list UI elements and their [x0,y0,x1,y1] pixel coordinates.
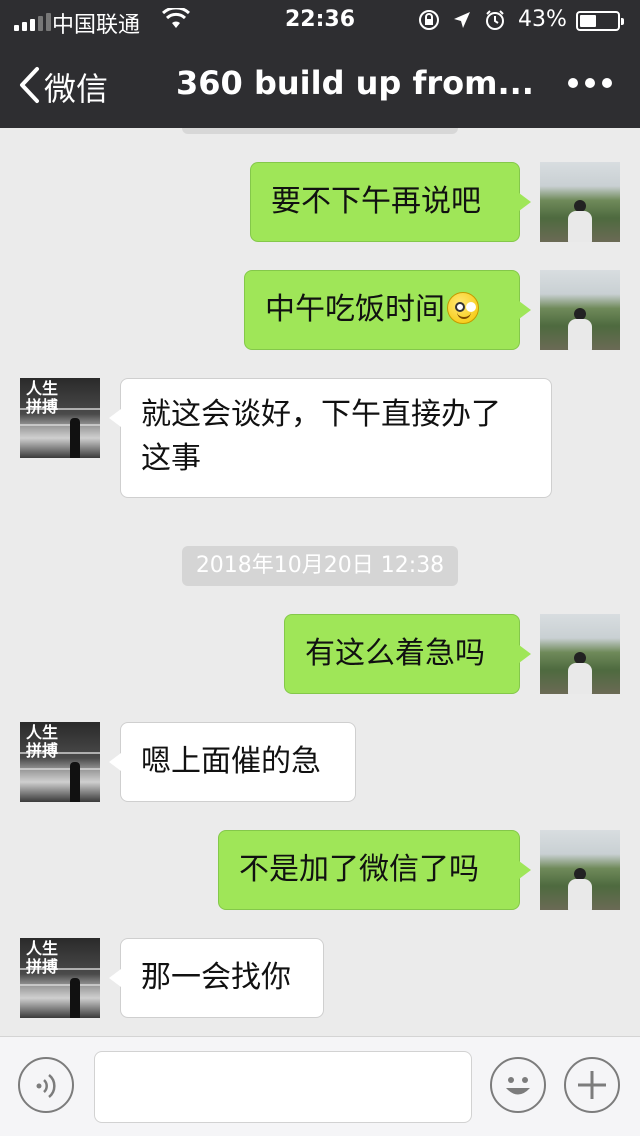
my-avatar[interactable] [540,270,620,350]
battery-icon [576,11,624,31]
timestamp: 2018年10月20日 12:38 [182,546,458,586]
nav-bar: 微信 360 build up from... [0,40,640,128]
top-bar: 中国联通 22:36 43% 微信 360 build up from... [0,0,640,128]
voice-icon [36,1074,56,1098]
emoji-button[interactable] [490,1057,546,1113]
message-text: 嗯上面催的急 [141,744,321,779]
my-avatar[interactable] [540,614,620,694]
back-label: 微信 [44,70,109,108]
my-avatar[interactable] [540,830,620,910]
message-bubble-outgoing[interactable]: 要不下午再说吧 [250,162,531,242]
avatar-text: 拼搏 [26,957,59,976]
contact-avatar[interactable]: 人生 拼搏 [20,938,100,1018]
timestamp-partial [182,128,458,134]
plus-icon [578,1071,606,1099]
orientation-lock-icon [418,9,440,37]
plus-button[interactable] [564,1057,620,1113]
chat-area[interactable]: 要不下午再说吧 中午吃饭时间 人生 拼搏 就这会谈好，下午直接办了 这事 2018… [0,128,640,1036]
message-bubble-incoming[interactable]: 就这会谈好，下午直接办了 这事 [109,378,552,498]
avatar-text: 人生 [26,379,59,398]
message-bubble-outgoing[interactable]: 不是加了微信了吗 [218,830,531,910]
message-text: 不是加了微信了吗 [239,852,479,887]
message-text: 中午吃饭时间 [265,292,445,327]
emoji-icon [506,1077,530,1095]
battery-percent: 43% [518,7,567,32]
avatar-text: 拼搏 [26,397,59,416]
message-text: 那一会找你 [141,960,291,995]
contact-avatar[interactable]: 人生 拼搏 [20,378,100,458]
more-icon[interactable] [568,78,612,88]
chat-title: 360 build up from... [176,64,534,102]
avatar-text: 拼搏 [26,741,59,760]
alarm-icon [484,9,506,37]
message-bubble-outgoing[interactable]: 有这么着急吗 [284,614,531,694]
message-text: 有这么着急吗 [305,636,485,671]
smiley-icon [447,292,479,324]
chevron-left-icon [18,66,40,108]
back-button[interactable]: 微信 [18,64,108,110]
input-toolbar [0,1036,640,1136]
message-bubble-outgoing[interactable]: 中午吃饭时间 [244,270,531,350]
message-text: 这事 [141,441,201,476]
message-input[interactable] [94,1051,472,1123]
message-bubble-incoming[interactable]: 那一会找你 [109,938,324,1018]
message-bubble-incoming[interactable]: 嗯上面催的急 [109,722,356,802]
message-text: 就这会谈好，下午直接办了 [141,397,501,432]
voice-button[interactable] [18,1057,74,1113]
my-avatar[interactable] [540,162,620,242]
avatar-text: 人生 [26,939,59,958]
contact-avatar[interactable]: 人生 拼搏 [20,722,100,802]
location-icon [452,10,472,36]
status-bar: 中国联通 22:36 43% [0,0,640,40]
message-text: 要不下午再说吧 [271,184,481,219]
avatar-text: 人生 [26,723,59,742]
